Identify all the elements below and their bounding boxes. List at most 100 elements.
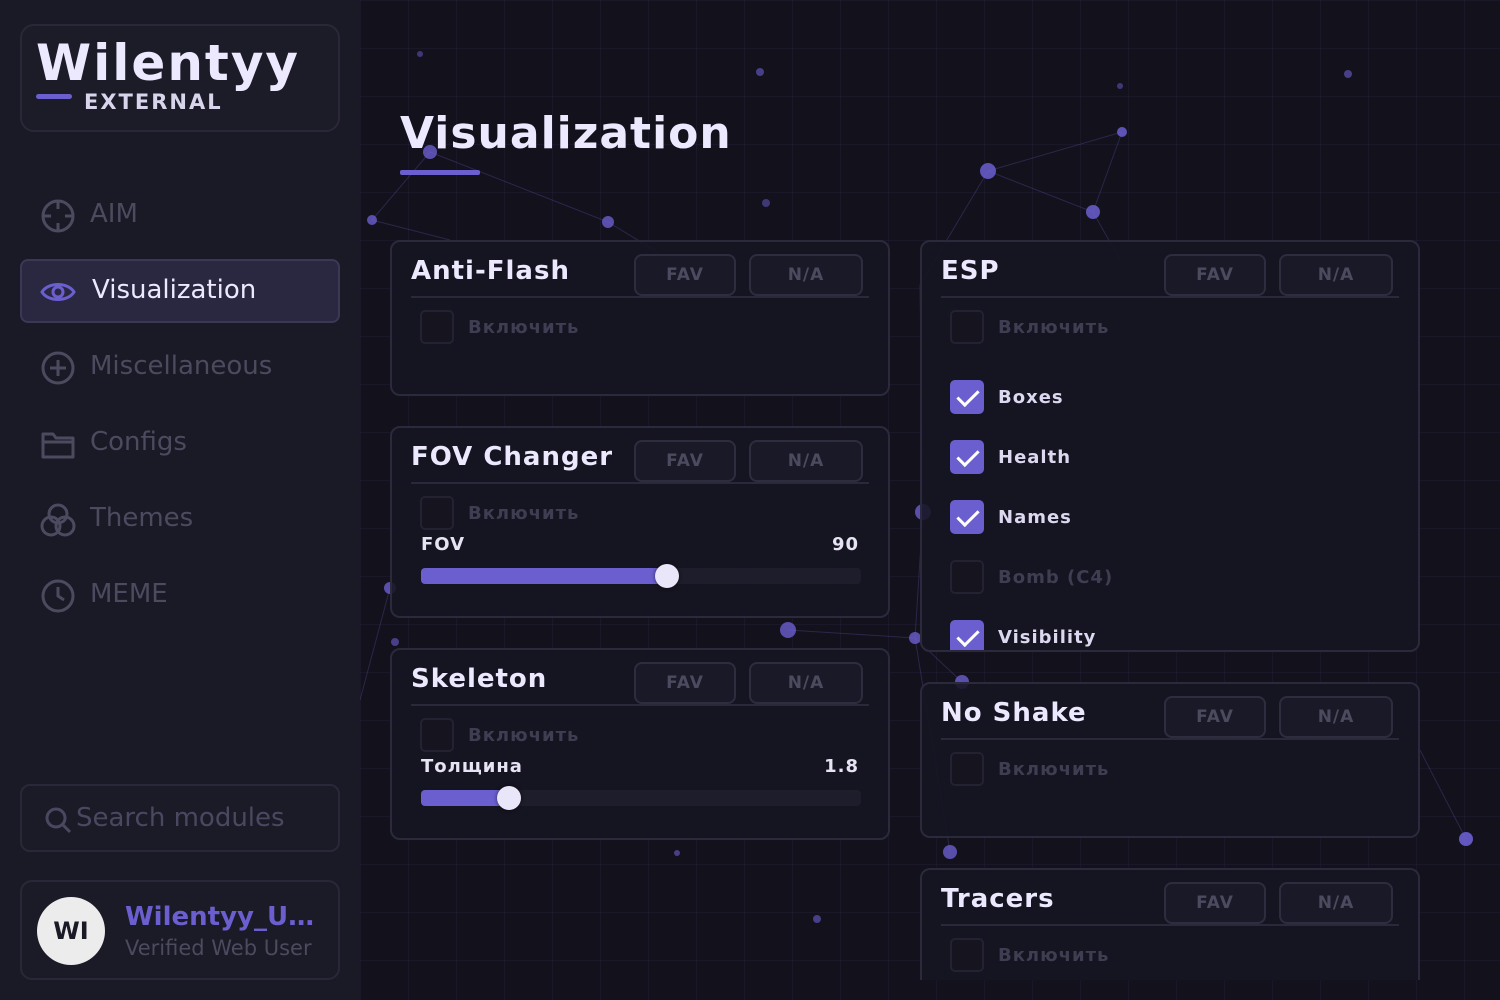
- nav-item-configs[interactable]: Configs: [20, 412, 340, 476]
- eye-icon: [40, 283, 76, 301]
- divider: [941, 924, 1399, 926]
- nav-item-aim[interactable]: AIM: [20, 184, 340, 248]
- nav-label: MEME: [90, 579, 168, 609]
- fov-slider[interactable]: [421, 564, 861, 588]
- divider: [411, 296, 869, 298]
- clock-icon: [41, 579, 75, 613]
- module-card-skeleton: Skeleton FAV N/A Включить Толщина 1.8: [390, 648, 890, 840]
- checkbox-label: Включить: [998, 944, 1110, 966]
- module-card-anti-flash: Anti-Flash FAV N/A Включить: [390, 240, 890, 396]
- nav-item-miscellaneous[interactable]: Miscellaneous: [20, 336, 340, 400]
- na-button[interactable]: N/A: [749, 254, 863, 296]
- checkbox-label: Включить: [998, 316, 1110, 338]
- checkbox[interactable]: [950, 440, 984, 474]
- checkbox-label: Names: [998, 506, 1072, 528]
- module-title: Skeleton: [411, 664, 548, 694]
- enable-toggle[interactable]: Включить: [420, 495, 579, 531]
- module-card-no-shake: No Shake FAV N/A Включить: [920, 682, 1420, 838]
- esp-option-names[interactable]: Names: [950, 499, 1072, 535]
- page-title-underline: [400, 170, 480, 175]
- slider-thumb[interactable]: [497, 786, 521, 810]
- search-input[interactable]: [76, 800, 326, 836]
- search-icon: [45, 807, 72, 834]
- brand-logo: Wilentyy EXTERNAL: [20, 24, 340, 132]
- checkbox-label: Включить: [468, 316, 580, 338]
- nav-label: Configs: [90, 427, 187, 457]
- esp-option-boxes[interactable]: Boxes: [950, 379, 1064, 415]
- na-button[interactable]: N/A: [1279, 696, 1393, 738]
- esp-option-health[interactable]: Health: [950, 439, 1071, 475]
- checkbox[interactable]: [950, 560, 984, 594]
- na-button[interactable]: N/A: [749, 662, 863, 704]
- divider: [411, 482, 869, 484]
- nav-label: Miscellaneous: [90, 351, 273, 381]
- brand-accent-bar: [36, 94, 72, 99]
- esp-option-bomb[interactable]: Bomb (C4): [950, 559, 1113, 595]
- esp-option-visibility[interactable]: Visibility: [950, 619, 1097, 650]
- nav-label: Themes: [90, 503, 194, 533]
- nav-item-themes[interactable]: Themes: [20, 488, 340, 552]
- checkbox[interactable]: [950, 938, 984, 972]
- module-title: Tracers: [941, 884, 1055, 914]
- na-button[interactable]: N/A: [749, 440, 863, 482]
- divider: [411, 704, 869, 706]
- checkbox[interactable]: [950, 752, 984, 786]
- nav-item-meme[interactable]: MEME: [20, 564, 340, 628]
- slider-fill: [421, 568, 668, 584]
- module-card-esp: ESP FAV N/A Включить Boxes Health Names …: [920, 240, 1420, 652]
- user-name: Wilentyy_U...: [125, 902, 315, 932]
- enable-toggle[interactable]: Включить: [950, 751, 1109, 787]
- na-button[interactable]: N/A: [1279, 254, 1393, 296]
- checkbox[interactable]: [950, 620, 984, 650]
- nav-item-visualization[interactable]: Visualization: [20, 259, 340, 323]
- page-title: Visualization: [400, 108, 732, 159]
- na-button[interactable]: N/A: [1279, 882, 1393, 924]
- enable-toggle[interactable]: Включить: [950, 937, 1109, 973]
- plus-circle-icon: [41, 351, 75, 385]
- nav-label: AIM: [90, 199, 138, 229]
- divider: [941, 738, 1399, 740]
- module-card-fov-changer: FOV Changer FAV N/A Включить FOV 90: [390, 426, 890, 618]
- checkbox-label: Включить: [468, 724, 580, 746]
- checkbox[interactable]: [420, 496, 454, 530]
- fav-button[interactable]: FAV: [634, 440, 736, 482]
- slider-label: Толщина: [421, 756, 523, 777]
- slider-value: 1.8: [824, 756, 859, 777]
- avatar: WI: [37, 897, 105, 965]
- circles-icon: [40, 503, 76, 537]
- checkbox-label: Visibility: [998, 626, 1097, 648]
- fav-button[interactable]: FAV: [1164, 696, 1266, 738]
- enable-toggle[interactable]: Включить: [420, 717, 579, 753]
- module-title: Anti-Flash: [411, 256, 570, 286]
- slider-thumb[interactable]: [655, 564, 680, 588]
- user-role: Verified Web User: [125, 936, 312, 960]
- module-title: No Shake: [941, 698, 1087, 728]
- sidebar: Wilentyy EXTERNAL AIM Visualization Misc…: [0, 0, 360, 1000]
- module-title: ESP: [941, 256, 1000, 286]
- main-content: Visualization Anti-Flash FAV N/A Включит…: [360, 0, 1500, 1000]
- thickness-slider[interactable]: [421, 786, 861, 810]
- user-card[interactable]: WI Wilentyy_U... Verified Web User: [20, 880, 340, 980]
- nav-label: Visualization: [92, 275, 257, 305]
- enable-toggle[interactable]: Включить: [950, 309, 1109, 345]
- fav-button[interactable]: FAV: [634, 254, 736, 296]
- checkbox[interactable]: [950, 310, 984, 344]
- brand-name: Wilentyy: [36, 34, 301, 92]
- checkbox[interactable]: [950, 500, 984, 534]
- divider: [941, 296, 1399, 298]
- fav-button[interactable]: FAV: [634, 662, 736, 704]
- slider-label: FOV: [421, 534, 466, 555]
- fav-button[interactable]: FAV: [1164, 882, 1266, 924]
- enable-toggle[interactable]: Включить: [420, 309, 579, 345]
- checkbox[interactable]: [420, 310, 454, 344]
- fav-button[interactable]: FAV: [1164, 254, 1266, 296]
- checkbox-label: Bomb (C4): [998, 566, 1114, 588]
- checkbox[interactable]: [420, 718, 454, 752]
- slider-value: 90: [831, 534, 859, 555]
- crosshair-icon: [41, 199, 75, 233]
- search-box: [20, 784, 340, 852]
- checkbox[interactable]: [950, 380, 984, 414]
- checkbox-label: Health: [998, 446, 1072, 468]
- checkbox-label: Boxes: [998, 386, 1064, 408]
- slider-fill: [421, 790, 509, 806]
